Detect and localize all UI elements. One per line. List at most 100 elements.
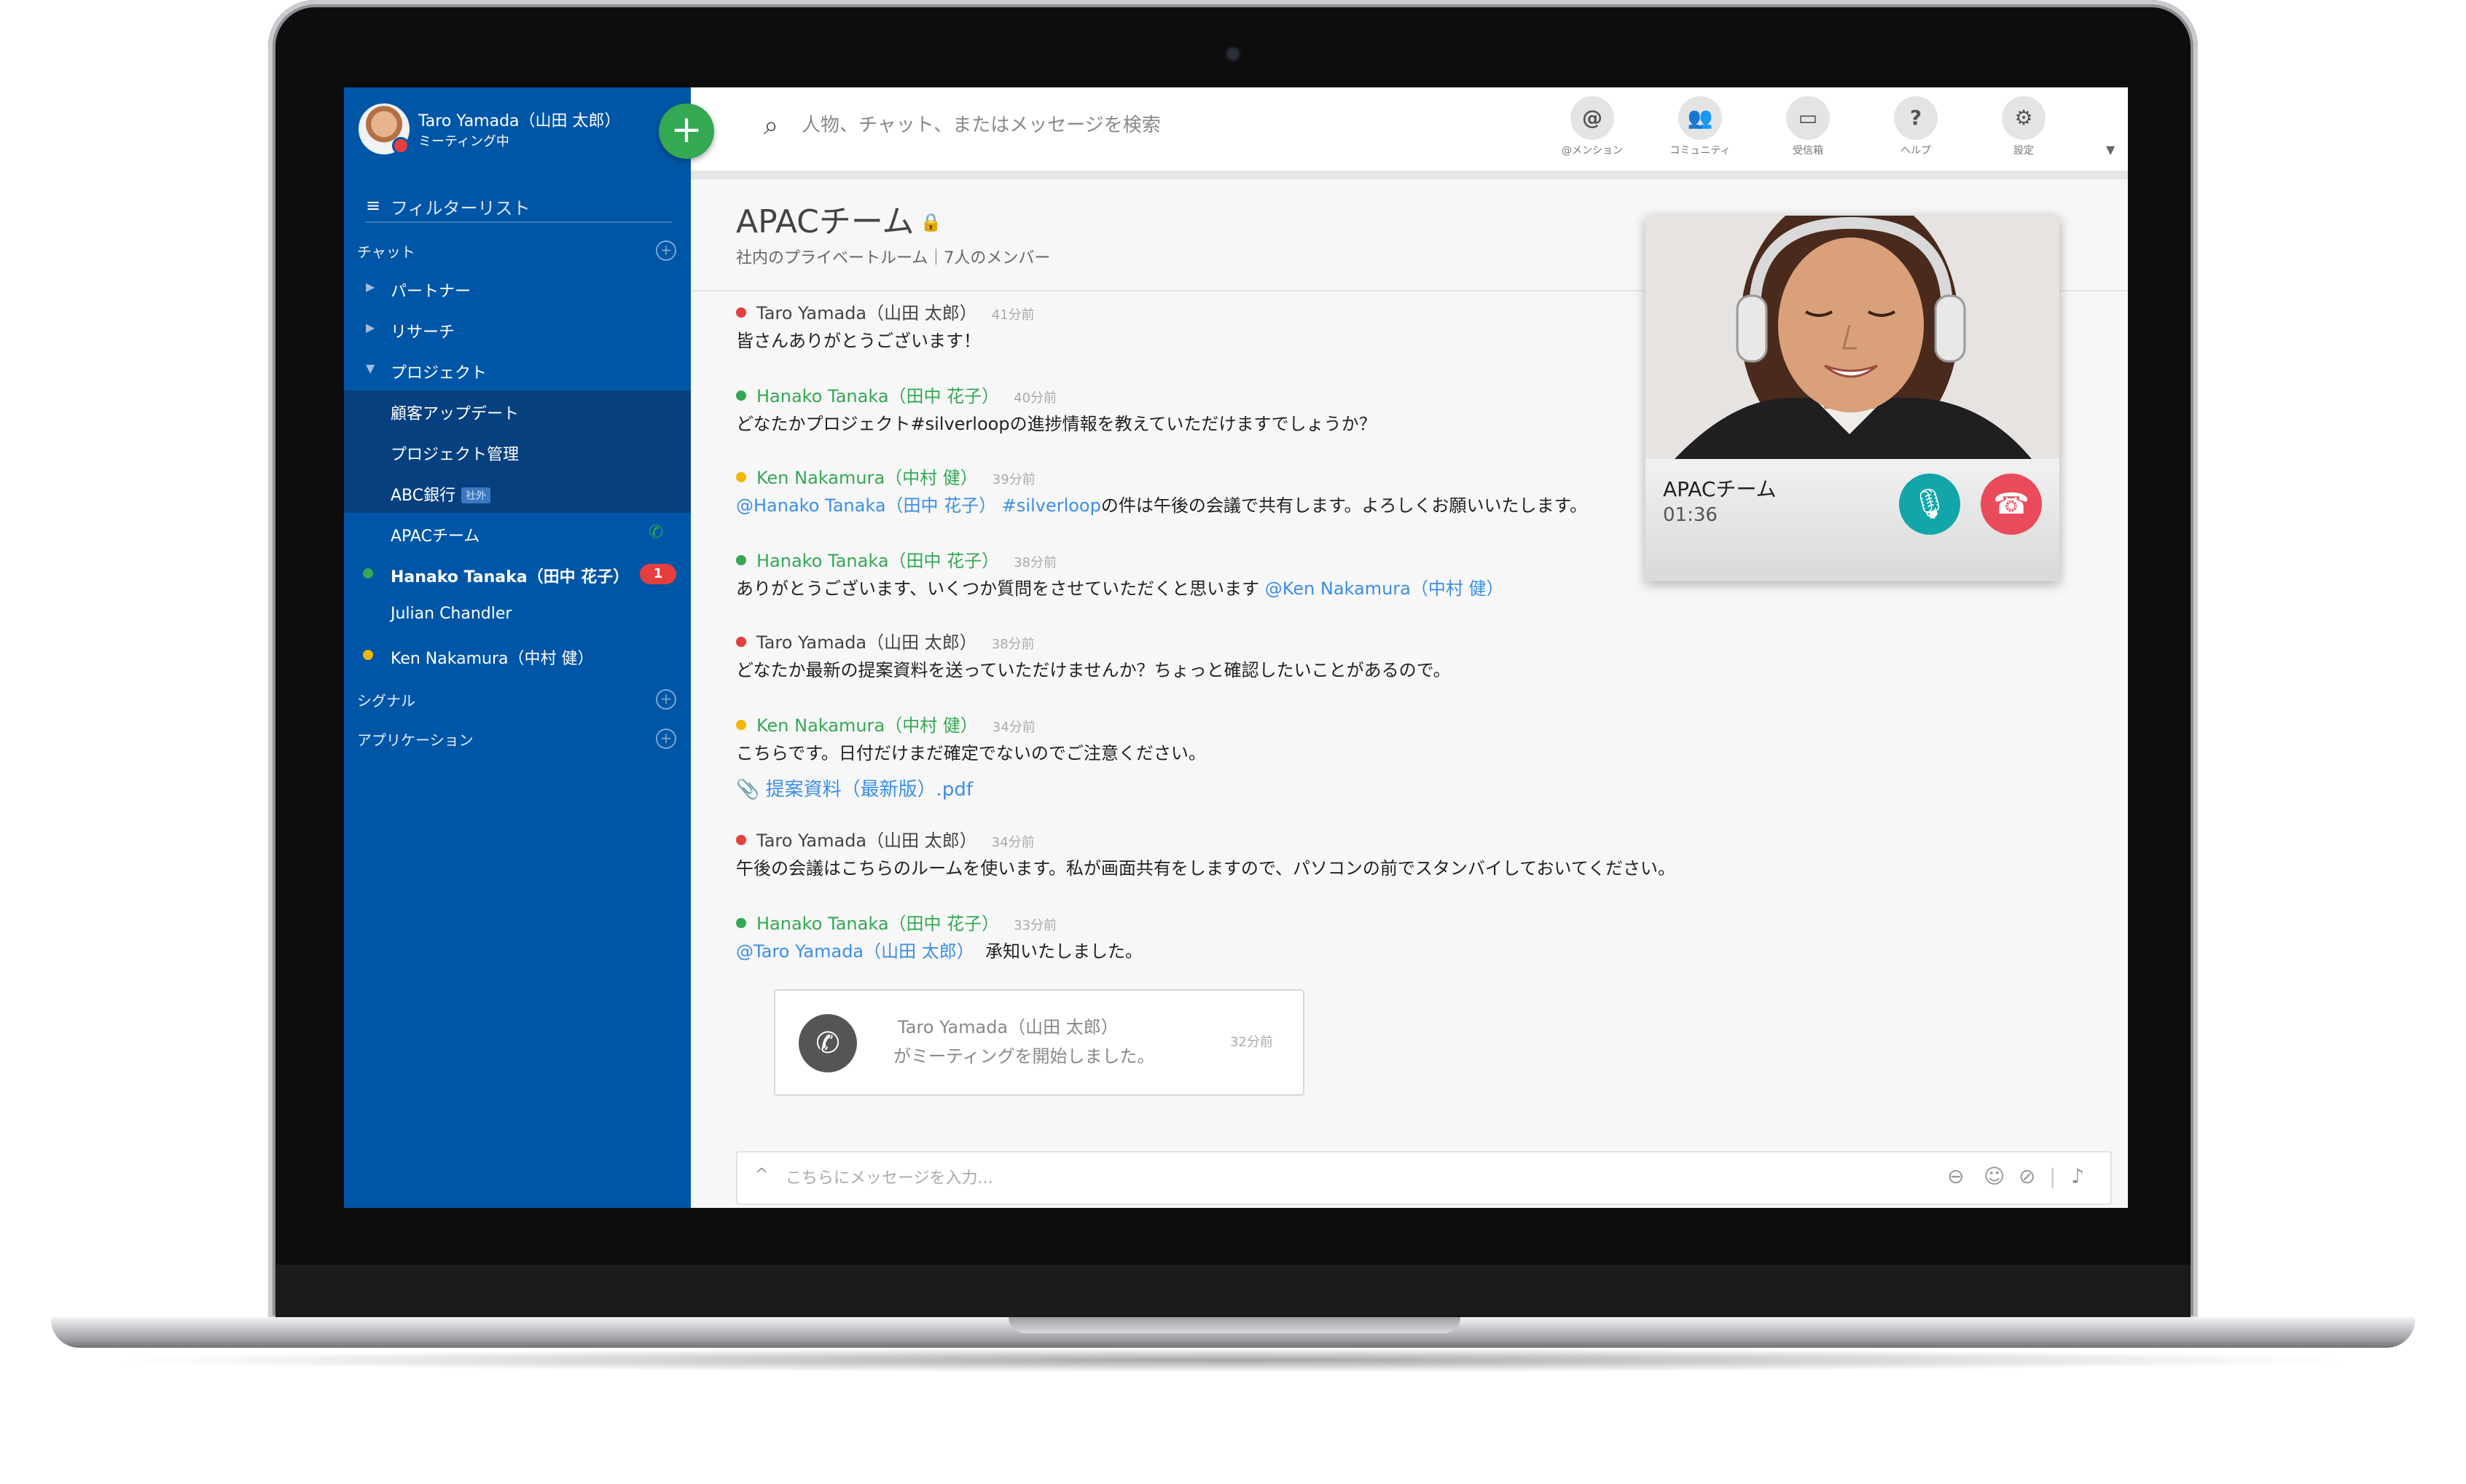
add-chat-icon[interactable]: + <box>656 240 676 261</box>
community-button[interactable]: 👥 コミュニティ <box>1660 96 1740 157</box>
sidebar-item-project-management[interactable]: プロジェクト管理 <box>344 431 691 472</box>
message-author[interactable]: Ken Nakamura（中村 健） <box>756 468 978 488</box>
message-input[interactable] <box>784 1161 1880 1195</box>
message: Hanako Tanaka（田中 花子） 40分前 どなたかプロジェクト#silv… <box>736 382 1377 435</box>
sidebar-folder-project[interactable]: ▼ プロジェクト <box>344 350 691 390</box>
chevron-up-icon[interactable]: ^ <box>755 1166 768 1184</box>
call-card-name: Taro Yamada（山田 太郎） <box>898 1017 1119 1037</box>
inbox-button[interactable]: ▭ 受信箱 <box>1768 96 1848 157</box>
message-text: 午後の会議はこちらのルームを使います。私が画面共有をしますので、パソコンの前でス… <box>736 858 1676 879</box>
sidebar-dm-julian[interactable]: Julian Chandler <box>344 594 691 635</box>
hang-up-button[interactable]: ☎ <box>1981 474 2042 535</box>
caller-video-image <box>1645 216 2059 459</box>
item-label: APACチーム <box>391 527 480 546</box>
mention-link[interactable]: @Hanako Tanaka（田中 花子） <box>736 495 996 516</box>
message-author[interactable]: Hanako Tanaka（田中 花子） <box>756 551 999 571</box>
video-call-controls: APACチーム 01:36 🎙 ☎ <box>1645 459 2059 581</box>
message-author[interactable]: Hanako Tanaka（田中 花子） <box>756 914 999 934</box>
message-time: 34分前 <box>991 835 1035 850</box>
message-author[interactable]: Ken Nakamura（中村 健） <box>756 715 978 736</box>
channel-title: APACチーム 🔒 <box>736 203 942 240</box>
user-status: ミーティング中 <box>418 134 509 149</box>
message: Taro Yamada（山田 太郎） 34分前 午後の会議はこちらのルームを使いま… <box>736 826 1675 879</box>
message-text: どなたか最新の提案資料を送っていただけませんか？ちょっと確認したいことがあるので… <box>736 660 1451 680</box>
away-status-icon <box>363 650 373 660</box>
folder-label: リサーチ <box>391 323 455 342</box>
dm-label: Ken Nakamura（中村 健） <box>391 650 594 668</box>
webcam <box>1227 48 1239 60</box>
sidebar-dm-hanako[interactable]: Hanako Tanaka（田中 花子） 1 <box>344 554 691 594</box>
people-icon: 👥 <box>1678 96 1722 140</box>
chevron-down-icon[interactable]: ▼ <box>2106 143 2115 157</box>
laptop-shadow <box>102 1348 2364 1373</box>
new-chat-button[interactable]: + <box>659 103 714 159</box>
online-status-icon <box>736 918 746 928</box>
at-icon: @ <box>1570 96 1614 140</box>
settings-label: 設定 <box>2013 145 2034 157</box>
attachment-link[interactable]: 📎 提案資料（最新版）.pdf <box>736 774 1206 801</box>
emoji-icon[interactable]: ☺ <box>1984 1164 2005 1188</box>
microphone-button[interactable]: 🎙 <box>1899 474 1960 535</box>
unread-badge: 1 <box>640 564 676 584</box>
gear-icon: ⚙ <box>2002 96 2046 140</box>
sidebar-item-abc-bank[interactable]: ABC銀行 社外 <box>344 472 691 513</box>
sidebar-item-customer-update[interactable]: 顧客アップデート <box>344 390 691 431</box>
message-author[interactable]: Hanako Tanaka（田中 花子） <box>756 386 999 407</box>
phone-icon: ✆ <box>649 522 664 542</box>
busy-status-icon <box>736 307 746 318</box>
meeting-started-card[interactable]: ✆ Taro Yamada（山田 太郎） がミーティングを開始しました。 32分… <box>774 989 1304 1096</box>
video-feed <box>1645 216 2059 459</box>
mention-link[interactable]: @Taro Yamada（山田 太郎） <box>736 941 974 962</box>
sidebar-folder-partner[interactable]: ▶ パートナー <box>344 268 691 309</box>
message-time: 33分前 <box>1014 918 1057 933</box>
message-text: @Taro Yamada（山田 太郎） 承知いたしました。 <box>736 941 1143 962</box>
sidebar-dm-ken[interactable]: Ken Nakamura（中村 健） <box>344 635 691 676</box>
message-author[interactable]: Taro Yamada（山田 太郎） <box>756 632 977 653</box>
chevron-right-icon: ▶ <box>366 321 375 334</box>
link-icon[interactable]: ⊖ <box>1947 1164 1964 1188</box>
mention-link[interactable]: @Ken Nakamura（中村 健） <box>1265 578 1504 599</box>
settings-button[interactable]: ⚙ 設定 <box>1984 96 2064 157</box>
help-button[interactable]: ? ヘルプ <box>1876 96 1956 157</box>
add-app-icon[interactable]: + <box>656 729 676 749</box>
busy-status-icon <box>736 637 746 647</box>
message-author[interactable]: Taro Yamada（山田 太郎） <box>756 303 977 323</box>
away-status-icon <box>736 720 746 730</box>
block-icon[interactable]: ⊘ <box>2019 1164 2035 1188</box>
sidebar-item-apac-team[interactable]: APACチーム ✆ <box>344 513 691 554</box>
divider: | <box>2049 1164 2056 1188</box>
lock-icon: 🔒 <box>920 212 942 232</box>
message: Ken Nakamura（中村 健） 39分前 @Hanako Tanaka（田中… <box>736 463 1587 517</box>
hashtag-link[interactable]: #silverloop <box>1002 495 1101 516</box>
busy-status-icon <box>736 835 746 845</box>
section-apps: アプリケーション <box>357 731 474 749</box>
app-screen: Taro Yamada（山田 太郎） ミーティング中 ≡ フィルターリスト チャ… <box>344 87 2128 1208</box>
paperclip-icon: 📎 <box>736 779 760 801</box>
search-input[interactable] <box>800 106 1459 144</box>
sidebar-folder-research[interactable]: ▶ リサーチ <box>344 309 691 350</box>
section-signal: シグナル <box>357 692 415 710</box>
user-name: Taro Yamada（山田 太郎） <box>418 112 621 130</box>
message-text: 皆さんありがとうございます！ <box>736 331 981 351</box>
call-title: APACチーム <box>1663 477 1777 501</box>
music-note-icon[interactable]: ♪ <box>2071 1164 2084 1188</box>
mentions-button[interactable]: @ @メンション <box>1552 96 1632 157</box>
item-label: 顧客アップデート <box>391 405 520 423</box>
message-text: @Hanako Tanaka（田中 花子） #silverloopの件は午後の会… <box>736 495 1588 516</box>
microphone-icon: 🎙 <box>1911 487 1949 521</box>
laptop-notch <box>1009 1317 1460 1333</box>
message-time: 38分前 <box>991 637 1035 652</box>
online-status-icon <box>736 390 746 401</box>
top-bar: ⌕ @ @メンション 👥 コミュニティ ▭ 受信箱 ? ヘルプ ⚙ 設定 ▼ <box>691 87 2128 179</box>
message: Taro Yamada（山田 太郎） 38分前 どなたか最新の提案資料を送っていた… <box>736 628 1451 681</box>
video-call-panel[interactable]: APACチーム 01:36 🎙 ☎ <box>1645 216 2059 581</box>
message-text: こちらです。日付だけまだ確定でないのでご注意ください。 <box>736 743 1206 763</box>
community-label: コミュニティ <box>1670 145 1731 157</box>
message-composer: ^ ⊖ ☺ ⊘ | ♪ <box>736 1151 2112 1205</box>
message-author[interactable]: Taro Yamada（山田 太郎） <box>756 831 977 851</box>
message-text: ありがとうございます、いくつか質問をさせていただくと思います @Ken Naka… <box>736 578 1504 599</box>
folder-label: プロジェクト <box>391 364 488 382</box>
filter-list-button[interactable]: ≡ フィルターリスト <box>366 191 672 223</box>
add-signal-icon[interactable]: + <box>656 689 676 710</box>
filter-icon: ≡ <box>366 195 381 216</box>
